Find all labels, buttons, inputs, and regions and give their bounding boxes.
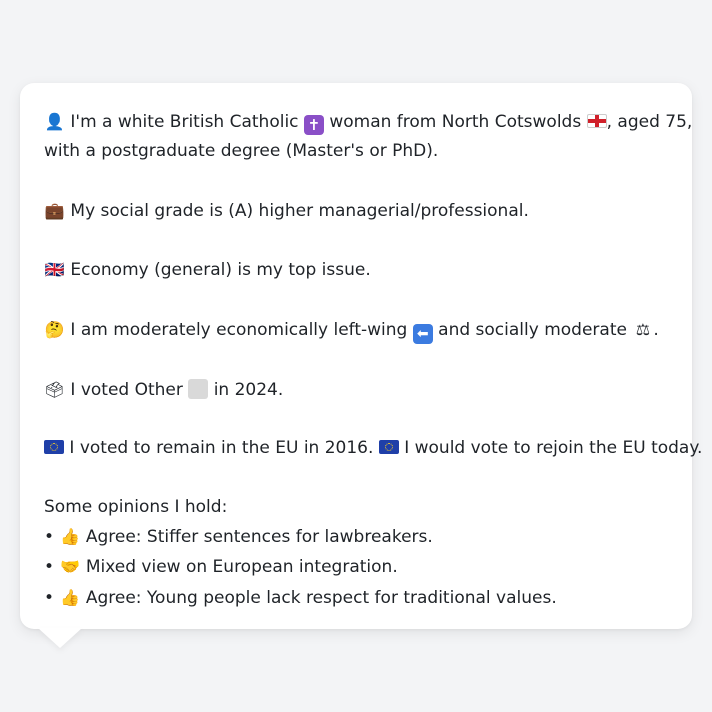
latin-cross-icon: ✝ xyxy=(303,115,324,135)
opinion-text: Agree: Young people lack respect for tra… xyxy=(85,587,557,608)
ideology-line: 🤔 I am moderately economically left-wing… xyxy=(44,315,668,345)
identity-location: woman from North Cotswolds xyxy=(329,112,582,132)
newspaper-flag-icon: 🇬🇧 xyxy=(44,260,65,280)
ballot-box-icon: 🗳 xyxy=(44,379,65,399)
england-flag-icon xyxy=(586,114,607,128)
thumbs-up-icon: 👍 xyxy=(59,587,80,607)
opinion-text: Mixed view on European integration. xyxy=(85,557,398,578)
list-item: • 🤝 Mixed view on European integration. xyxy=(44,552,668,582)
opinions-heading: Some opinions I hold: xyxy=(44,496,228,517)
list-item: • 👍 Agree: Stiffer sentences for lawbrea… xyxy=(44,522,668,552)
vote-2024-line: 🗳 I voted Other in 2024. xyxy=(44,375,668,405)
eu-2016-text: I voted to remain in the EU in 2016. xyxy=(69,438,374,459)
eu-flag-icon xyxy=(44,440,64,455)
list-item: • 👍 Agree: Young people lack respect for… xyxy=(44,583,668,613)
eu-flag-icon xyxy=(378,440,399,455)
thumbs-up-icon: 👍 xyxy=(59,527,80,547)
identity-age: , aged 75, xyxy=(606,112,693,132)
ideology-end: . xyxy=(653,320,659,341)
vote-2024-year: in 2024. xyxy=(213,379,284,400)
handshake-icon: 🤝 xyxy=(59,557,80,577)
eu-rejoin-text: I would vote to rejoin the EU today. xyxy=(404,438,703,459)
top-issue-text: Economy (general) is my top issue. xyxy=(70,260,371,281)
identity-education: with a postgraduate degree (Master's or … xyxy=(44,141,439,162)
identity-line-1: 👤 I'm a white British Catholic ✝ woman f… xyxy=(44,107,692,137)
balance-scale-icon: ⚖ xyxy=(635,320,651,340)
briefcase-icon: 💼 xyxy=(44,200,65,220)
social-grade-line: 💼 My social grade is (A) higher manageri… xyxy=(44,196,668,226)
profile-card: 👤 I'm a white British Catholic ✝ woman f… xyxy=(20,83,702,629)
social-grade-text: My social grade is (A) higher managerial… xyxy=(70,200,529,221)
ideology-economic: I am moderately economically left-wing xyxy=(70,320,408,341)
bullet: • xyxy=(44,587,55,608)
eu-line: I voted to remain in the EU in 2016. I w… xyxy=(44,434,702,463)
identity-text: I'm a white British Catholic xyxy=(70,112,299,132)
bullet: • xyxy=(44,527,55,548)
grey-square-icon xyxy=(188,378,209,399)
identity-line-2: with a postgraduate degree (Master's or … xyxy=(44,137,668,166)
ideology-social: and socially moderate xyxy=(438,320,627,341)
thinking-face-icon: 🤔 xyxy=(44,320,65,340)
left-arrow-icon: ⬅ xyxy=(412,324,433,345)
bubble-tail xyxy=(38,628,82,648)
bullet: • xyxy=(44,557,55,578)
person-icon: 👤 xyxy=(44,112,65,131)
vote-2024-text: I voted Other xyxy=(70,379,183,400)
top-issue-line: 🇬🇧 Economy (general) is my top issue. xyxy=(44,255,668,285)
opinion-text: Agree: Stiffer sentences for lawbreakers… xyxy=(85,527,433,548)
